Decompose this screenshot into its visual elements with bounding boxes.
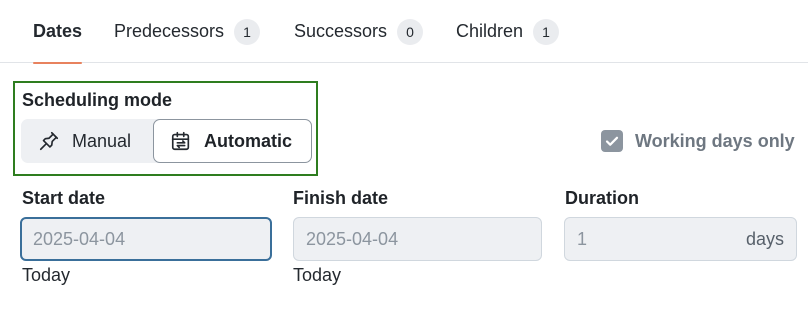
start-date-input[interactable]: 2025-04-04 (20, 217, 272, 261)
tab-successors-label: Successors (294, 21, 388, 41)
finish-date-value: 2025-04-04 (306, 228, 399, 249)
duration-value: 1 (577, 228, 588, 249)
start-date-label: Start date (22, 188, 106, 208)
successors-count-badge: 0 (397, 18, 424, 45)
start-date-hint: Today (22, 265, 71, 285)
automatic-mode-button[interactable]: Automatic (153, 119, 312, 163)
children-count-badge: 1 (533, 18, 560, 45)
tab-bar: Dates Predecessors 1 Successors 0 Childr… (0, 0, 808, 64)
manual-mode-label: Manual (72, 130, 132, 151)
start-date-value: 2025-04-04 (33, 228, 126, 249)
working-days-only-option[interactable]: Working days only (601, 129, 795, 153)
scheduling-mode-toggle: Manual Automatic (21, 119, 312, 163)
automatic-mode-label: Automatic (204, 130, 293, 151)
working-days-label: Working days only (635, 130, 795, 151)
duration-unit: days (745, 228, 784, 249)
tab-predecessors-label: Predecessors (114, 21, 225, 41)
tab-dates-label: Dates (33, 21, 83, 41)
manual-mode-button[interactable]: Manual (21, 119, 153, 163)
finish-date-hint: Today (293, 265, 342, 285)
scheduling-mode-title: Scheduling mode (22, 90, 173, 110)
tab-children[interactable]: Children 1 (456, 0, 560, 63)
working-days-checkbox[interactable] (601, 130, 623, 152)
duration-label: Duration (565, 188, 639, 208)
predecessors-count-badge: 1 (234, 18, 261, 45)
finish-date-label: Finish date (293, 188, 389, 208)
finish-date-input[interactable]: 2025-04-04 (293, 217, 542, 261)
calendar-sync-icon (171, 131, 190, 151)
tab-successors[interactable]: Successors 0 (294, 0, 424, 63)
pin-icon (39, 131, 59, 151)
tab-children-label: Children (456, 21, 524, 41)
tab-dates[interactable]: Dates (33, 0, 83, 64)
duration-input[interactable]: 1 days (564, 217, 797, 261)
tab-predecessors[interactable]: Predecessors 1 (114, 0, 261, 63)
checkmark-icon (605, 136, 619, 146)
